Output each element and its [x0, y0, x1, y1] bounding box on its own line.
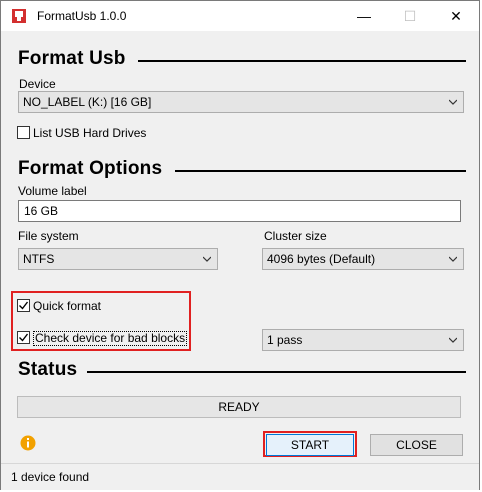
chevron-down-icon [449, 99, 457, 105]
status-divider [87, 371, 466, 373]
format-usb-heading: Format Usb [18, 48, 126, 69]
status-progress-bar: READY [17, 396, 461, 418]
info-icon[interactable] [20, 435, 36, 451]
chevron-down-icon [449, 256, 457, 262]
window-close-button[interactable]: ✕ [433, 1, 479, 31]
device-dropdown-value: NO_LABEL (K:) [16 GB] [23, 95, 152, 109]
passes-value: 1 pass [267, 333, 303, 347]
format-usb-divider [138, 60, 466, 62]
chevron-down-icon [203, 256, 211, 262]
start-button[interactable]: START [266, 434, 354, 456]
close-button[interactable]: CLOSE [370, 434, 463, 456]
volume-label-label: Volume label [18, 184, 87, 198]
list-usb-checkbox[interactable] [17, 126, 30, 139]
file-system-label: File system [18, 229, 79, 243]
device-label: Device [19, 77, 56, 91]
chevron-down-icon [449, 337, 457, 343]
format-options-divider [175, 170, 466, 172]
file-system-dropdown[interactable]: NTFS [18, 248, 218, 270]
checkmark-icon [19, 301, 29, 310]
device-dropdown[interactable]: NO_LABEL (K:) [16 GB] [18, 91, 464, 113]
status-heading: Status [18, 359, 78, 380]
list-usb-label[interactable]: List USB Hard Drives [33, 126, 146, 140]
formatusb-window: FormatUsb 1.0.0 — ☐ ✕ Format Usb Device … [0, 0, 480, 490]
minimize-button[interactable]: — [341, 1, 387, 31]
app-icon [12, 9, 26, 23]
checkmark-icon [19, 333, 29, 342]
passes-dropdown[interactable]: 1 pass [262, 329, 464, 351]
bad-blocks-checkbox[interactable] [17, 331, 30, 344]
quick-format-checkbox[interactable] [17, 299, 30, 312]
volume-label-input[interactable]: 16 GB [18, 200, 461, 222]
file-system-value: NTFS [23, 252, 55, 266]
quick-format-label[interactable]: Quick format [33, 299, 101, 313]
status-bar-text: 1 device found [11, 470, 90, 484]
bad-blocks-label[interactable]: Check device for bad blocks [33, 331, 188, 346]
window-title: FormatUsb 1.0.0 [37, 9, 127, 23]
title-bar[interactable]: FormatUsb 1.0.0 — ☐ ✕ [1, 1, 479, 31]
maximize-button[interactable]: ☐ [387, 1, 433, 31]
status-bar: 1 device found [1, 463, 479, 490]
cluster-size-dropdown[interactable]: 4096 bytes (Default) [262, 248, 464, 270]
cluster-size-label: Cluster size [264, 229, 327, 243]
format-options-heading: Format Options [18, 158, 163, 179]
cluster-size-value: 4096 bytes (Default) [267, 252, 376, 266]
